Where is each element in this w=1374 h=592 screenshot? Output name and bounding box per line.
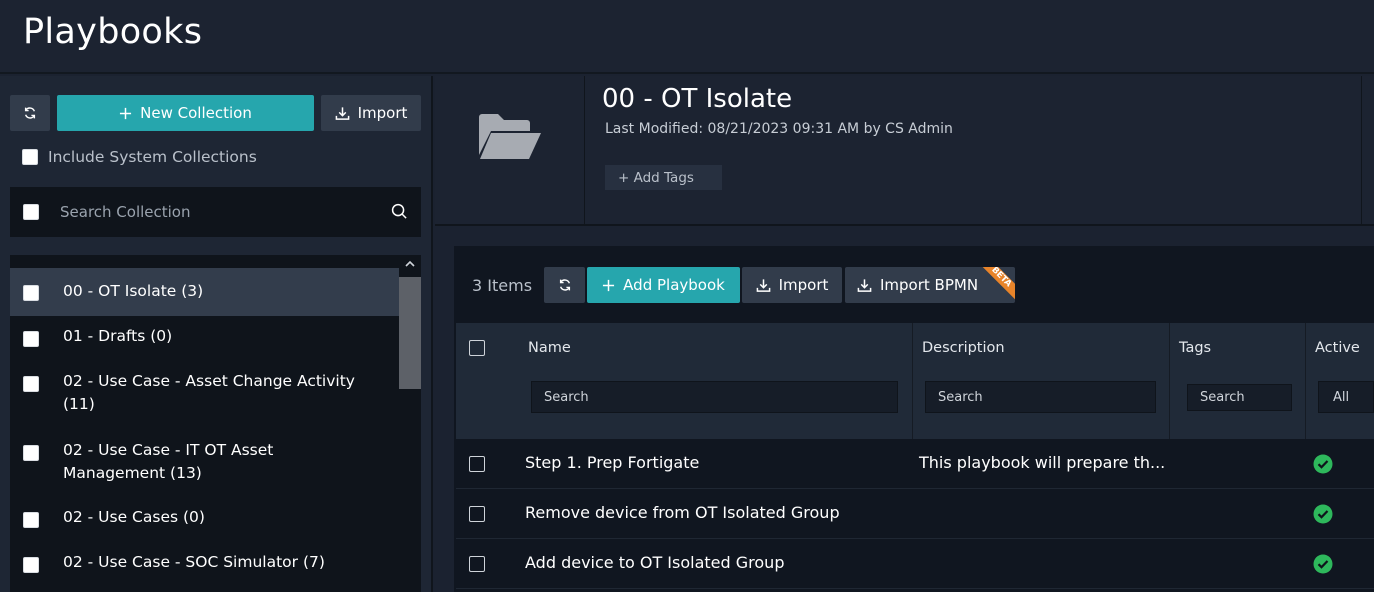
name-filter-input[interactable] (531, 381, 898, 413)
import-bpmn-button[interactable]: Import BPMN BETA (845, 267, 1015, 303)
active-check-icon (1313, 454, 1333, 474)
header-divider (1361, 76, 1362, 226)
refresh-playbooks-button[interactable] (544, 267, 585, 303)
tags-filter-input[interactable] (1187, 384, 1292, 411)
scrollbar-thumb[interactable] (399, 277, 421, 389)
import-label: Import (778, 276, 829, 294)
chevron-up-icon[interactable] (403, 257, 417, 271)
add-tags-button[interactable]: + Add Tags (605, 165, 722, 190)
new-collection-label: New Collection (140, 104, 252, 122)
column-divider (1169, 323, 1170, 439)
import-bpmn-label: Import BPMN (880, 276, 979, 294)
collection-checkbox[interactable] (23, 331, 39, 347)
top-bar: Playbooks (0, 0, 1374, 74)
column-divider (912, 323, 913, 439)
list-item[interactable]: 02 - Use Case - SOC Simulator (7) (10, 542, 399, 587)
list-item[interactable]: 02 - Use Cases (0) (10, 497, 399, 542)
collection-checkbox[interactable] (23, 557, 39, 573)
active-check-icon (1313, 554, 1333, 574)
collection-label: 02 - Use Case - SOC Simulator (7) (63, 553, 325, 571)
collection-label: 02 - Use Case - IT OT Asset Management (… (63, 441, 274, 482)
table-row[interactable]: Add device to OT Isolated Group (456, 539, 1374, 589)
collection-checkbox[interactable] (23, 512, 39, 528)
active-filter-select[interactable]: All (1318, 381, 1374, 413)
collection-icon-box (435, 76, 585, 226)
download-icon (857, 278, 872, 292)
add-playbook-button[interactable]: Add Playbook (587, 267, 740, 303)
list-item[interactable]: 01 - Drafts (0) (10, 316, 399, 361)
refresh-icon (24, 107, 36, 119)
row-checkbox[interactable] (469, 456, 485, 472)
collection-label: 02 - Use Case - Asset Change Activity (1… (63, 372, 355, 413)
playbook-grid: 3 Items Add Playbook Import Import BPMN … (454, 246, 1374, 592)
column-header-description[interactable]: Description (922, 340, 1005, 356)
select-all-collections-checkbox[interactable] (23, 204, 39, 220)
column-header-name[interactable]: Name (528, 340, 571, 356)
import-playbook-button[interactable]: Import (742, 267, 842, 303)
items-count: 3 Items (472, 276, 533, 295)
row-checkbox[interactable] (469, 556, 485, 572)
import-collection-button[interactable]: Import (321, 95, 421, 131)
table-header: Name Description Tags Active All (456, 323, 1374, 439)
plus-icon (120, 107, 132, 119)
collection-header: 00 - OT Isolate Last Modified: 08/21/202… (435, 76, 1374, 226)
collection-list: 00 - OT Isolate (3) 01 - Drafts (0) 02 -… (10, 255, 421, 592)
last-modified-text: Last Modified: 08/21/2023 09:31 AM by CS… (605, 121, 953, 137)
plus-icon (603, 279, 615, 291)
playbook-name[interactable]: Add device to OT Isolated Group (525, 553, 784, 572)
list-item[interactable]: 02 - Use Case - IT OT Asset Management (… (10, 429, 399, 497)
include-system-checkbox[interactable] (22, 149, 38, 165)
column-divider (1305, 323, 1306, 439)
import-label: Import (357, 104, 408, 122)
active-check-icon (1313, 504, 1333, 524)
table-row[interactable]: Step 1. Prep Fortigate This playbook wil… (456, 439, 1374, 489)
collection-checkbox[interactable] (23, 376, 39, 392)
add-playbook-label: Add Playbook (623, 276, 725, 294)
collection-label: 00 - OT Isolate (3) (63, 282, 204, 300)
download-icon (335, 106, 349, 120)
search-icon[interactable] (391, 203, 408, 220)
include-system-label: Include System Collections (48, 148, 257, 166)
beta-label: BETA (981, 267, 1015, 301)
search-collection-bar (10, 187, 421, 237)
refresh-collections-button[interactable] (10, 95, 50, 131)
table-row[interactable]: Remove device from OT Isolated Group (456, 489, 1374, 539)
list-item[interactable]: 00 - OT Isolate (3) (10, 268, 399, 316)
collection-label: 01 - Drafts (0) (63, 327, 173, 345)
column-header-tags[interactable]: Tags (1179, 340, 1211, 356)
collection-label: 02 - Use Cases (0) (63, 508, 205, 526)
refresh-icon (559, 279, 570, 291)
playbook-description: This playbook will prepare th... (919, 453, 1166, 472)
list-item[interactable]: 02 - Use Case - Asset Change Activity (1… (10, 361, 399, 429)
column-header-active[interactable]: Active (1315, 340, 1360, 356)
playbook-name[interactable]: Step 1. Prep Fortigate (525, 453, 699, 472)
page-title: Playbooks (23, 12, 203, 52)
collection-checkbox[interactable] (23, 285, 39, 301)
collection-checkbox[interactable] (23, 445, 39, 461)
search-collection-input[interactable] (60, 187, 380, 237)
new-collection-button[interactable]: New Collection (57, 95, 314, 131)
folder-open-icon (479, 114, 541, 159)
description-filter-input[interactable] (925, 381, 1156, 413)
select-all-playbooks-checkbox[interactable] (469, 340, 485, 356)
playbook-name[interactable]: Remove device from OT Isolated Group (525, 503, 840, 522)
beta-ribbon: BETA (981, 267, 1015, 301)
collection-title: 00 - OT Isolate (602, 84, 793, 114)
download-icon (756, 278, 770, 292)
row-checkbox[interactable] (469, 506, 485, 522)
